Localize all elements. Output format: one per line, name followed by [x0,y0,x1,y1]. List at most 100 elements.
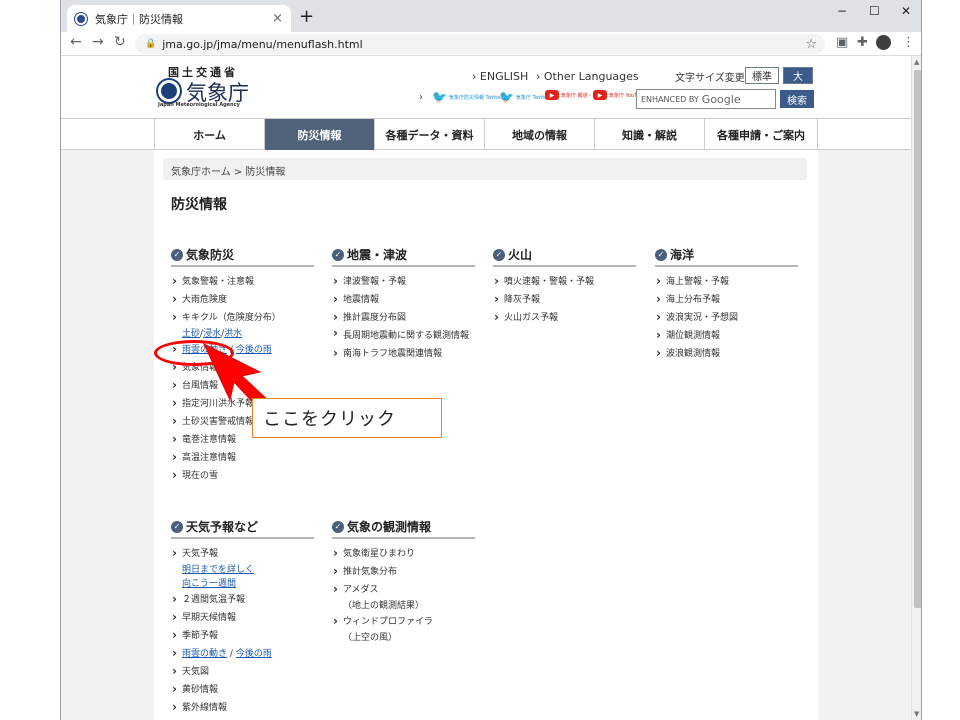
link-forecast-tomorrow[interactable]: 明日までを詳しく [182,563,314,577]
forward-arrow-icon[interactable]: → [92,34,104,50]
nav-applications[interactable]: 各種申請・ご案内 [704,119,818,150]
puzzle-extensions-icon[interactable]: ✚ [857,35,868,50]
click-here-callout: ここをクリック [252,398,442,438]
list-item-rain-clouds-2: 雨雲の動き / 今後の雨 [171,644,314,663]
check-circle-icon: ✓ [171,520,183,533]
category-heading: ✓ 地震・津波 [332,246,475,267]
font-standard-button[interactable]: 標準 [745,67,779,84]
address-bar[interactable]: 🔒 jma.go.jp/jma/menu/menuflash.html ☆ [135,34,825,54]
url-text: jma.go.jp/jma/menu/menuflash.html [162,37,363,51]
category-heading: ✓ 気象防災 [171,246,314,267]
sns-twitter-jma-link[interactable]: 🐦 気象庁 Twitter [499,90,549,104]
link-wave-forecast[interactable]: 波浪実況・予想図 [655,308,798,327]
link-uv[interactable]: 紫外線情報 [171,698,314,717]
youtube-icon: ▶ [545,90,559,100]
link-rain-cloud-movement-2[interactable]: 雨雲の動き [182,649,227,659]
global-nav: ホーム 防災情報 各種データ・資料 地域の情報 知識・解説 各種申請・ご案内 [61,118,911,150]
category-heading: ✓ 天気予報など [171,518,314,539]
jma-logo-mark-icon [158,80,180,102]
reload-icon[interactable]: ↻ [114,34,126,50]
browser-toolbar: ← → ↻ 🔒 jma.go.jp/jma/menu/menuflash.htm… [61,32,921,56]
link-two-week-temp[interactable]: ２週間気温予報 [171,590,314,609]
link-marine-warning[interactable]: 海上警報・予報 [655,272,798,291]
link-estimated-weather[interactable]: 推計気象分布 [332,562,475,581]
link-ashfall[interactable]: 降灰予報 [493,290,636,309]
link-forecast[interactable]: 天気予報 [182,549,218,559]
link-warnings[interactable]: 気象警報・注意報 [171,272,314,291]
link-early-weather[interactable]: 早期天候情報 [171,608,314,627]
english-link[interactable]: › ENGLISH [472,70,528,83]
kikikuru-sublinks: 土砂/浸水/洪水 [182,329,243,339]
extension-icon[interactable]: ▣ [836,35,848,50]
link-seasonal[interactable]: 季節予報 [171,626,314,645]
new-tab-button[interactable]: + [299,6,314,27]
scrollbar-thumb[interactable] [914,70,921,608]
maximize-button[interactable]: ☐ [869,4,880,18]
nav-home[interactable]: ホーム [154,119,264,150]
link-kikikuru-flood[interactable]: 洪水 [224,329,242,339]
check-circle-icon: ✓ [171,248,183,261]
nav-knowledge[interactable]: 知識・解説 [594,119,704,150]
link-heavy-rain-risk[interactable]: 大雨危険度 [171,290,314,309]
sns-arrow: › [419,92,423,103]
link-kikikuru[interactable]: キキクル（危険度分布） 土砂/浸水/洪水 [171,308,314,341]
link-tide-obs[interactable]: 潮位観測情報 [655,326,798,345]
link-earthquake-info[interactable]: 地震情報 [332,290,475,309]
link-volcanic-gas[interactable]: 火山ガス予報 [493,308,636,327]
link-weather-map[interactable]: 天気図 [171,662,314,681]
twitter-bird-icon: 🐦 [432,90,447,104]
link-marine-distribution[interactable]: 海上分布予報 [655,290,798,309]
tab-close-icon[interactable]: × [272,11,283,26]
link-future-rain-2[interactable]: 今後の雨 [236,649,272,659]
other-languages-link[interactable]: › Other Languages [536,70,639,83]
breadcrumb[interactable]: 気象庁ホーム > 防災情報 [163,158,807,180]
list-item-wind-profiler[interactable]: ウィンドプロファイラ （上空の風） [332,612,475,645]
page-scrollbar[interactable]: ▲ ▼ [911,56,921,720]
link-wave-obs[interactable]: 波浪観測情報 [655,344,798,363]
link-kikikuru-landslide[interactable]: 土砂 [182,329,200,339]
link-kikikuru-inundation[interactable]: 浸水 [203,329,221,339]
page-viewport: 国土交通省 気象庁 Japan Meteorological Agency › … [61,56,921,720]
twitter-bird-icon: 🐦 [499,90,514,104]
nav-disaster-info[interactable]: 防災情報 [264,119,374,150]
nav-data[interactable]: 各種データ・資料 [374,119,484,150]
link-high-temp[interactable]: 高温注意情報 [171,448,314,467]
sns-twitter-bousai-link[interactable]: 🐦 気象庁防災情報 Twitter [432,90,502,104]
browser-tab[interactable]: 気象庁｜防災情報 × [67,5,291,32]
close-window-button[interactable]: ✕ [901,4,911,18]
category-heading: ✓ 火山 [493,246,636,267]
link-eruption[interactable]: 噴火速報・警報・予報 [493,272,636,291]
font-large-button[interactable]: 大 [783,67,813,84]
minimize-button[interactable]: − [837,4,847,18]
site-search-input[interactable]: ENHANCED BY Google [636,89,776,109]
nav-regional[interactable]: 地域の情報 [484,119,594,150]
category-earthquake: ✓ 地震・津波 津波警報・予報 地震情報 推計震度分布図 長周期地震動に関する観… [332,246,475,363]
link-nankai[interactable]: 南海トラフ地震関連情報 [332,344,475,363]
link-long-period[interactable]: 長周期地震動に関する観測情報 [332,326,475,345]
link-seismic-map[interactable]: 推計震度分布図 [332,308,475,327]
check-circle-icon: ✓ [655,248,667,261]
scroll-up-icon[interactable]: ▲ [914,58,919,66]
check-circle-icon: ✓ [332,520,344,533]
list-item-forecast: 天気予報 明日までを詳しく 向こう一週間 [171,544,314,591]
link-forecast-week[interactable]: 向こう一週間 [182,577,314,591]
kebab-menu-icon[interactable]: ⋮ [902,35,915,50]
page-title: 防災情報 [171,197,227,213]
link-himawari[interactable]: 気象衛星ひまわり [332,544,475,563]
link-current-snow[interactable]: 現在の雪 [171,466,314,485]
jma-favicon-icon [75,12,87,25]
scroll-down-icon[interactable]: ▼ [914,710,919,718]
search-button[interactable]: 検索 [780,90,814,108]
tab-strip: 気象庁｜防災情報 × + − ☐ ✕ [61,0,921,32]
bookmark-star-icon[interactable]: ☆ [805,37,817,52]
jma-logo-english: Japan Meteorological Agency [158,102,240,108]
profile-avatar-icon[interactable] [876,35,891,50]
category-ocean: ✓ 海洋 海上警報・予報 海上分布予報 波浪実況・予想図 潮位観測情報 波浪観測… [655,246,798,363]
back-arrow-icon[interactable]: ← [70,34,82,50]
check-circle-icon: ✓ [493,248,505,261]
link-tsunami[interactable]: 津波警報・予報 [332,272,475,291]
list-item-amedas[interactable]: アメダス （地上の観測結果） [332,580,475,613]
link-yellow-sand[interactable]: 黄砂情報 [171,680,314,699]
font-size-label: 文字サイズ変更 [675,73,745,84]
category-volcano: ✓ 火山 噴火速報・警報・予報 降灰予報 火山ガス予報 [493,246,636,327]
